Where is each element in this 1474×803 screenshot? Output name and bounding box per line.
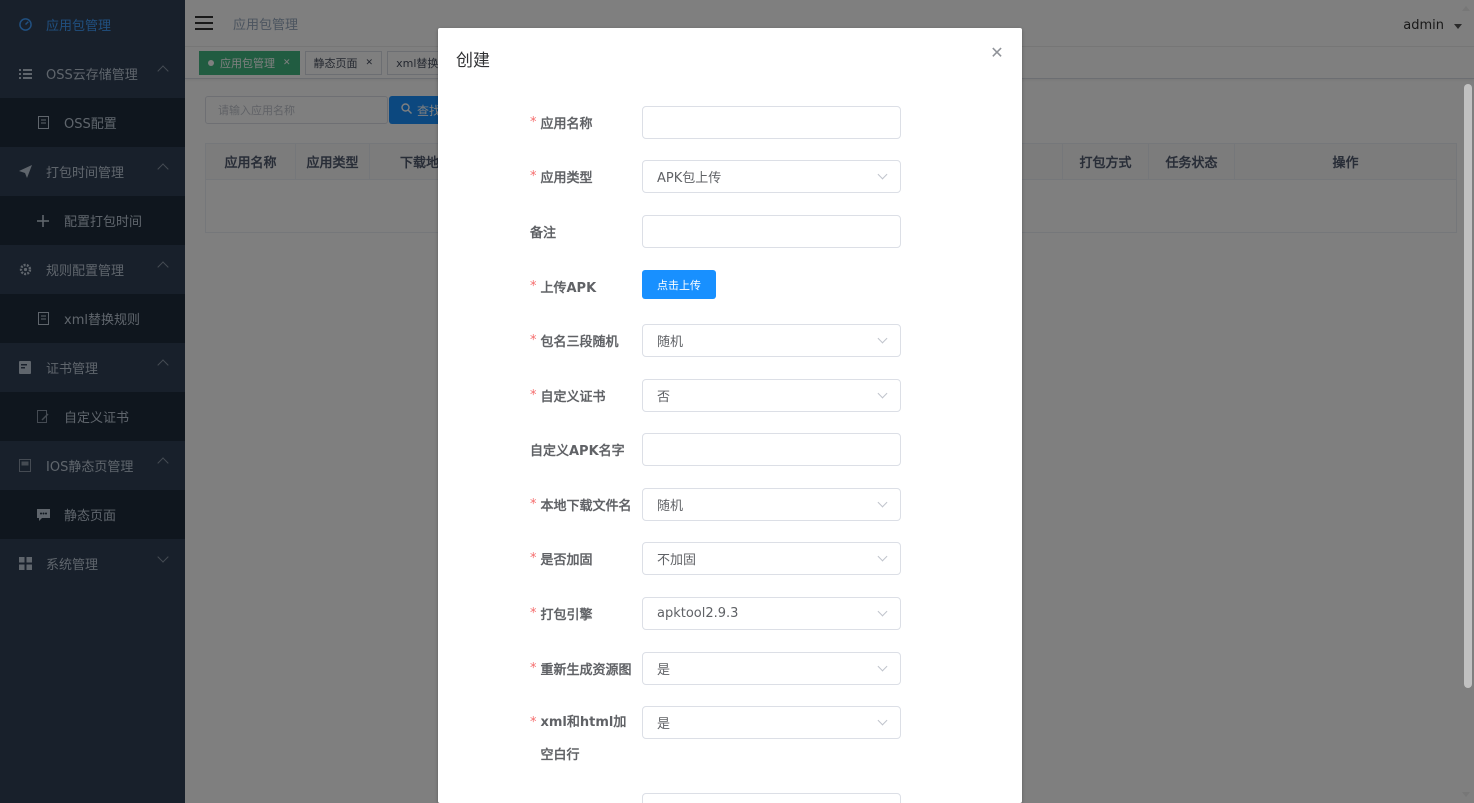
form-item-app-name: * 应用名称	[438, 106, 1022, 139]
next-field-control[interactable]	[642, 793, 901, 803]
form-label: * 重新生成资源图	[530, 661, 632, 678]
form-item-custom-apk-name: 自定义APK名字	[438, 433, 1022, 466]
close-icon[interactable]: ✕	[990, 45, 1004, 61]
form-item-next	[438, 793, 1022, 803]
form-item-blank-lines: * xml和html加空白行 是	[438, 706, 1022, 772]
form-item-package-random: * 包名三段随机 随机	[438, 324, 1022, 357]
form-item-regenerate-resources: * 重新生成资源图 是	[438, 652, 1022, 685]
form-item-download-filename: * 本地下载文件名 随机	[438, 488, 1022, 521]
custom-cert-select[interactable]: 否	[642, 379, 901, 412]
scroll-up-icon[interactable]	[1462, 6, 1470, 11]
app-type-select[interactable]: APK包上传	[642, 160, 901, 193]
page-scrollbar[interactable]	[1464, 84, 1472, 688]
form-label: * 上传APK	[530, 279, 597, 296]
remark-input[interactable]	[642, 215, 901, 248]
package-random-select[interactable]: 随机	[642, 324, 901, 357]
form-label: 备注	[530, 226, 557, 241]
form-label: * 是否加固	[530, 551, 593, 568]
chevron-down-icon	[877, 388, 888, 399]
chevron-down-icon	[877, 606, 888, 617]
form-item-upload-apk: * 上传APK 点击上传	[438, 270, 1022, 303]
form-label: * 打包引擎	[530, 606, 593, 623]
pack-engine-select[interactable]: apktool2.9.3	[642, 597, 901, 630]
chevron-down-icon	[877, 715, 888, 726]
harden-select[interactable]: 不加固	[642, 542, 901, 575]
form-item-remark: 备注	[438, 215, 1022, 248]
create-dialog: 创建 ✕ * 应用名称 * 应用类型 APK包上传 备注 * 上传APK 点击上传 *…	[438, 28, 1022, 803]
form-item-harden: * 是否加固 不加固	[438, 542, 1022, 575]
form-label: 自定义APK名字	[530, 444, 625, 459]
form-label: * 应用名称	[530, 115, 593, 132]
download-filename-select[interactable]: 随机	[642, 488, 901, 521]
chevron-down-icon	[877, 497, 888, 508]
chevron-down-icon	[877, 551, 888, 562]
chevron-down-icon	[877, 169, 888, 180]
form-label: * xml和html加空白行	[530, 715, 627, 763]
chevron-down-icon	[877, 661, 888, 672]
app-name-input[interactable]	[642, 106, 901, 139]
form-label: * 包名三段随机	[530, 333, 619, 350]
upload-button[interactable]: 点击上传	[642, 270, 716, 299]
chevron-down-icon	[877, 333, 888, 344]
form-item-app-type: * 应用类型 APK包上传	[438, 160, 1022, 193]
form-item-custom-cert: * 自定义证书 否	[438, 379, 1022, 412]
regenerate-resources-select[interactable]: 是	[642, 652, 901, 685]
blank-lines-select[interactable]: 是	[642, 706, 901, 739]
form-label: * 本地下载文件名	[530, 497, 632, 514]
dialog-title: 创建	[456, 51, 490, 71]
scroll-down-icon[interactable]	[1462, 792, 1470, 797]
form-item-pack-engine: * 打包引擎 apktool2.9.3	[438, 597, 1022, 630]
form-label: * 自定义证书	[530, 388, 606, 405]
custom-apk-name-input[interactable]	[642, 433, 901, 466]
form-label: * 应用类型	[530, 169, 593, 186]
